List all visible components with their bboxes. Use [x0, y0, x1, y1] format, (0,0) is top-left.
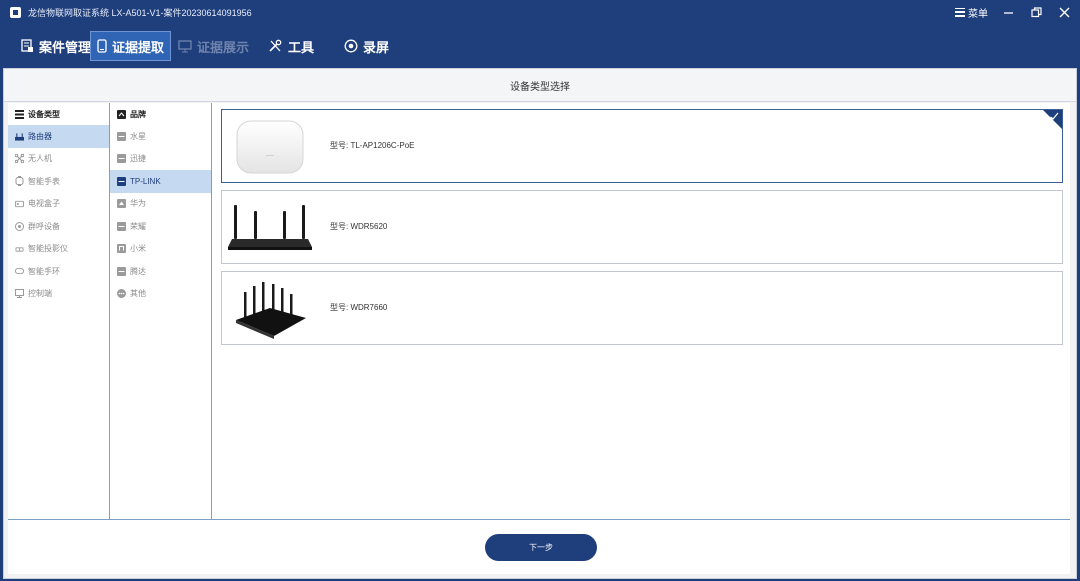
device-type-projector[interactable]: 智能投影仪 [8, 238, 109, 261]
model-list: 型号: TL-AP1206C-PoE 型号: WDR5620 型号: WDR76… [216, 103, 1068, 519]
tab-evidence-extraction[interactable]: 证据提取 [90, 31, 172, 61]
panel-header: 设备类型选择 [4, 69, 1076, 102]
minimize-icon [1003, 11, 1013, 14]
restore-button[interactable] [1028, 3, 1044, 21]
broadcast-icon [15, 221, 24, 231]
band-icon [15, 267, 24, 276]
tools-icon [269, 39, 282, 52]
device-type-header: 设备类型 [8, 103, 109, 125]
device-type-drone[interactable]: 无人机 [8, 148, 109, 171]
tab-evidence-display: 证据展示 [172, 31, 255, 61]
device-type-tv-box[interactable]: 电视盒子 [8, 193, 109, 216]
window-title: 龙信物联网取证系统 LX-A501-V1-案件20230614091956 [28, 8, 252, 18]
brand-huawei[interactable]: 华为 [110, 193, 211, 216]
restore-icon [1030, 6, 1042, 17]
device-type-controller[interactable]: 控制端 [8, 283, 109, 306]
drone-icon [15, 154, 24, 164]
model-label: 型号: WDR5620 [330, 222, 388, 231]
title-bar: 龙信物联网取证系统 LX-A501-V1-案件20230614091956 菜单 [0, 0, 1080, 25]
tab-label: 证据展示 [197, 39, 250, 55]
menu-label: 菜单 [968, 8, 988, 20]
device-type-group-call[interactable]: 群呼设备 [8, 215, 109, 238]
app-logo-icon [10, 7, 21, 18]
brand-list: 品牌 水星 迅捷 TP-LINK 华为 荣耀 小米 腾达 其他 [110, 103, 212, 519]
other-icon [117, 289, 126, 299]
device-type-list: 设备类型 路由器 无人机 智能手表 电视盒子 群呼设备 智能投影仪 智能手环 控… [8, 103, 110, 519]
model-card[interactable]: 型号: TL-AP1206C-PoE [221, 109, 1063, 183]
model-card[interactable]: 型号: WDR5620 [221, 190, 1063, 264]
brand-logo-icon [117, 266, 126, 276]
tab-tools[interactable]: 工具 [262, 31, 320, 61]
model-card[interactable]: 型号: WDR7660 [221, 271, 1063, 345]
device-type-smartwatch[interactable]: 智能手表 [8, 170, 109, 193]
tab-screen-record[interactable]: 录屏 [338, 31, 395, 61]
tab-case-management[interactable]: 案件管理 [15, 31, 97, 61]
brand-xiaomi[interactable]: 小米 [110, 238, 211, 261]
case-icon [21, 39, 33, 52]
minimize-button[interactable] [1000, 3, 1016, 21]
close-icon [1059, 7, 1069, 17]
tab-label: 工具 [288, 39, 315, 55]
menu-icon [955, 7, 965, 17]
brand-header: 品牌 [110, 103, 211, 125]
main-toolbar: 案件管理 证据提取 证据展示 工具 录屏 [0, 25, 1080, 67]
menu-button[interactable]: 菜单 [955, 5, 988, 20]
router-6-antenna-image [228, 278, 312, 340]
brand-honor[interactable]: 荣耀 [110, 215, 211, 238]
device-selection-panel: 设备类型选择 设备类型 路由器 无人机 智能手表 电视盒子 群呼设备 智能投影仪… [3, 68, 1077, 579]
brand-other[interactable]: 其他 [110, 283, 211, 306]
phone-icon [97, 39, 107, 53]
ceiling-ap-image [228, 116, 312, 178]
brand-tenda[interactable]: 腾达 [110, 260, 211, 283]
close-button[interactable] [1056, 3, 1072, 21]
brand-fast[interactable]: 迅捷 [110, 148, 211, 171]
footer-bar: 下一步 [8, 519, 1070, 574]
brand-tp-link[interactable]: TP-LINK [110, 170, 211, 193]
brand-mercury[interactable]: 水星 [110, 125, 211, 148]
model-label: 型号: WDR7660 [330, 303, 388, 312]
router-4-antenna-image [228, 197, 312, 259]
watch-icon [15, 176, 24, 187]
projector-icon [15, 244, 24, 253]
device-type-router[interactable]: 路由器 [8, 125, 109, 148]
display-icon [178, 39, 192, 52]
brand-logo-icon [117, 199, 126, 209]
list-icon [15, 109, 24, 119]
controller-icon [15, 289, 24, 299]
router-icon [15, 132, 24, 141]
brand-logo-icon [117, 176, 126, 186]
selection-content: 设备类型 路由器 无人机 智能手表 电视盒子 群呼设备 智能投影仪 智能手环 控… [8, 103, 1070, 519]
next-step-button[interactable]: 下一步 [485, 534, 597, 561]
tab-label: 证据提取 [112, 39, 165, 55]
tab-label: 案件管理 [39, 39, 92, 55]
window-controls: 菜单 [955, 3, 1072, 21]
brand-logo-icon [117, 221, 126, 231]
brand-logo-icon [117, 131, 126, 141]
brand-logo-icon [117, 244, 126, 254]
device-type-smart-band[interactable]: 智能手环 [8, 260, 109, 283]
brand-header-icon [117, 109, 126, 119]
tab-label: 录屏 [363, 39, 390, 55]
tvbox-icon [15, 199, 24, 208]
brand-logo-icon [117, 154, 126, 164]
model-label: 型号: TL-AP1206C-PoE [330, 141, 415, 150]
checkmark-icon [1050, 112, 1059, 120]
record-icon [344, 39, 358, 53]
